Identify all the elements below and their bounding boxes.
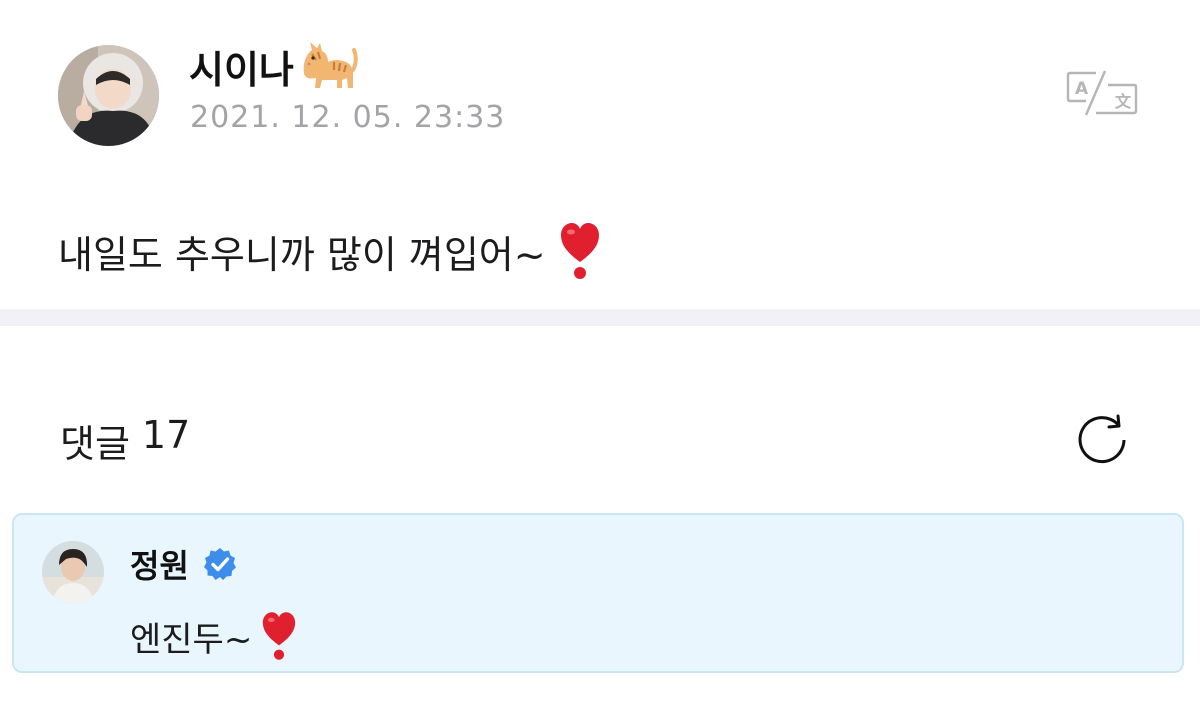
red-heart-exclamation-icon xyxy=(262,611,296,661)
post-header: 시이나 2021. 12. 05. 23:33 A 文 xyxy=(0,0,1200,180)
cat-emoji-icon xyxy=(298,40,358,92)
comment-item-highlighted[interactable]: 정원 엔진두~ xyxy=(12,513,1184,673)
post-body-text: 내일도 추우니까 많이 껴입어~ xyxy=(58,232,546,277)
avatar-photo xyxy=(58,45,159,146)
author-avatar[interactable] xyxy=(58,45,159,146)
author-name[interactable]: 시이나 xyxy=(189,39,294,94)
comments-header: 댓글 17 xyxy=(60,413,190,468)
red-heart-exclamation-icon xyxy=(560,222,600,280)
commenter-avatar[interactable] xyxy=(42,541,104,603)
comment-author-name[interactable]: 정원 xyxy=(130,541,189,587)
post-content: 내일도 추우니까 많이 껴입어~ xyxy=(58,222,600,280)
refresh-icon xyxy=(1078,414,1126,464)
svg-text:文: 文 xyxy=(1115,92,1132,111)
translate-icon: A 文 xyxy=(1066,70,1138,116)
post-detail-page: 시이나 2021. 12. 05. 23:33 A 文 내일도 추우니까 많이 … xyxy=(0,0,1200,707)
verified-badge-icon xyxy=(203,547,237,581)
refresh-button[interactable] xyxy=(1072,410,1132,470)
comment-author-row: 정원 xyxy=(130,542,237,586)
comment-text: 엔진두~ xyxy=(130,619,253,660)
comments-label: 댓글 xyxy=(60,422,130,466)
post-timestamp: 2021. 12. 05. 23:33 xyxy=(190,100,506,135)
commenter-avatar-photo xyxy=(42,541,104,603)
svg-text:A: A xyxy=(1075,79,1089,99)
section-divider xyxy=(0,309,1200,326)
author-row: 시이나 xyxy=(189,40,358,92)
comment-body: 엔진두~ xyxy=(130,611,296,661)
comments-count: 17 xyxy=(141,413,191,457)
translate-button[interactable]: A 文 xyxy=(1066,70,1138,116)
